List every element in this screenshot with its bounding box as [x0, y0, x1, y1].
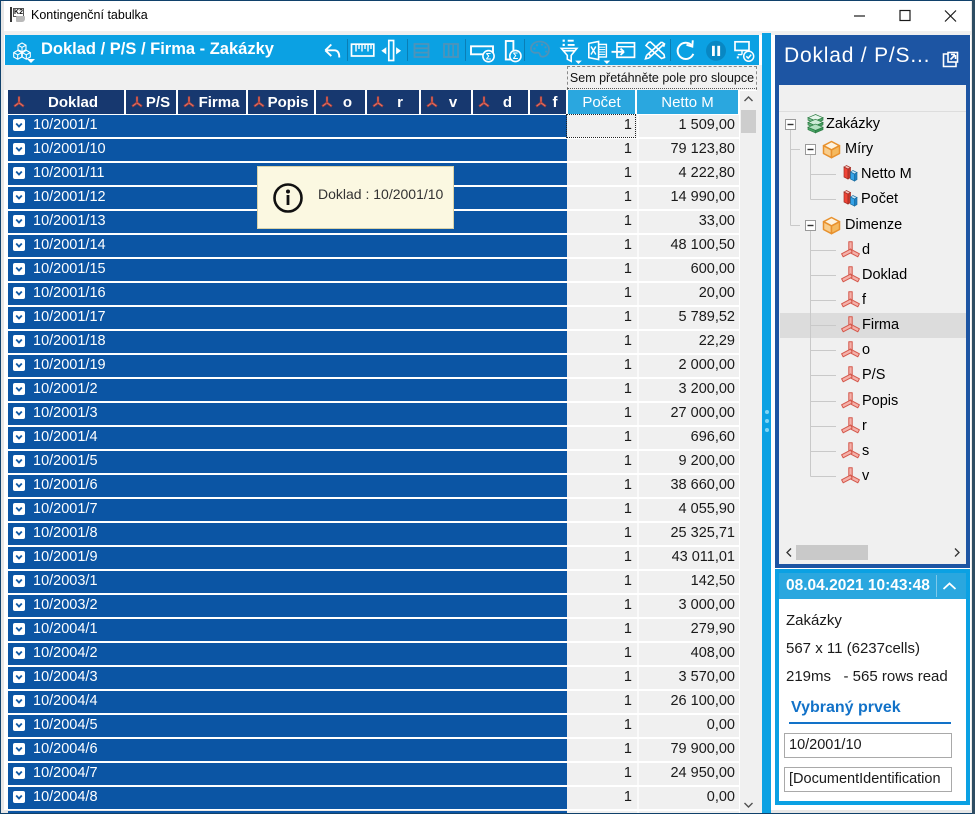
svg-text:Σ: Σ — [513, 51, 519, 61]
svg-text:Σ: Σ — [486, 51, 492, 61]
